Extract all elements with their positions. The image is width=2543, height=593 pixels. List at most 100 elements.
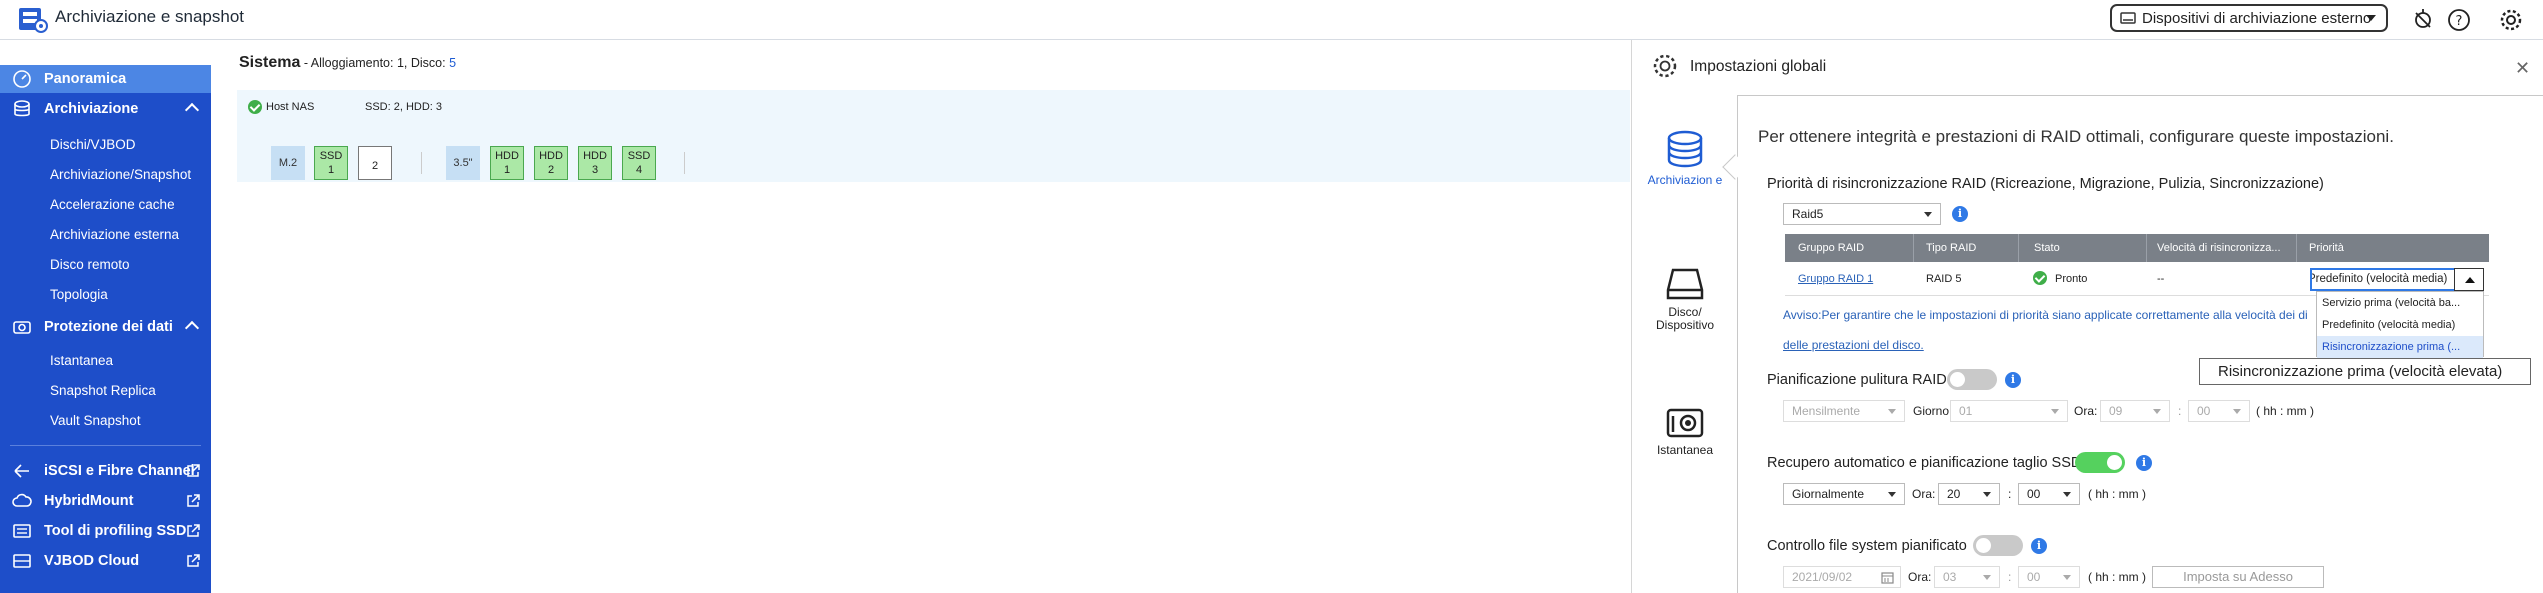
set-now-button[interactable]: Imposta su Adesso <box>2152 566 2324 588</box>
priority-option-default[interactable]: Predefinito (velocità media) <box>2317 314 2483 336</box>
sidebar-item-storage[interactable]: Archiviazione <box>0 95 211 123</box>
external-link-icon <box>187 464 200 477</box>
scrub-day-select[interactable]: 01 <box>1950 400 2068 422</box>
ssd-trim-title: Recupero automatico e pianificazione tag… <box>1767 455 2082 471</box>
chevron-down-icon <box>1888 492 1896 497</box>
disk-slot-ssd-1[interactable]: SSD 1 <box>314 146 348 180</box>
chevron-down-icon <box>1924 212 1932 217</box>
time-format-hint: ( hh : mm ) <box>2088 487 2147 501</box>
database-icon <box>14 100 30 117</box>
sidebar-link-ssd-profiling[interactable]: Tool di profiling SSD <box>0 517 211 545</box>
help-icon[interactable]: ? <box>2446 7 2472 33</box>
category-disk-device[interactable]: Disco/ Dispositivo <box>1645 266 1725 332</box>
sidebar-subitem-cache[interactable]: Accelerazione cache <box>50 197 175 212</box>
sidebar-subitem-remote-disk[interactable]: Disco remoto <box>50 257 130 272</box>
vjbod-cloud-icon <box>13 554 31 568</box>
system-label: Sistema <box>239 54 301 71</box>
warning-link[interactable]: delle prestazioni del disco. <box>1783 330 2313 360</box>
disk-slot-hdd-1[interactable]: HDD 1 <box>490 146 524 180</box>
slot-m2-label: M.2 <box>271 146 305 180</box>
external-link-icon <box>187 554 200 567</box>
select-value: Mensilmente <box>1792 404 1861 418</box>
sidebar-item-label: Panoramica <box>44 71 127 87</box>
category-snapshot[interactable]: Istantanea <box>1645 404 1725 457</box>
priority-dropdown-toggle[interactable] <box>2454 268 2484 291</box>
slot-type: HDD <box>539 150 563 162</box>
chevron-down-icon <box>2366 15 2376 21</box>
sidebar-subitem-external[interactable]: Archiviazione esterna <box>50 227 179 242</box>
ssd-frequency-select[interactable]: Giornalmente <box>1783 483 1905 505</box>
ssd-hour-select[interactable]: 20 <box>1938 483 2000 505</box>
sidebar-divider <box>10 445 201 446</box>
sidebar-subitem-vault-snapshot[interactable]: Vault Snapshot <box>50 413 141 428</box>
column-divider <box>2018 234 2019 262</box>
ssd-trim-toggle[interactable] <box>2075 452 2125 473</box>
chevron-down-icon <box>2233 409 2241 414</box>
sidebar-subitem-snapshot[interactable]: Istantanea <box>50 353 113 368</box>
date-value: 2021/09/02 <box>1792 570 1853 584</box>
fs-minute-select[interactable]: 00 <box>2018 566 2080 588</box>
scrub-hour-select[interactable]: 09 <box>2100 400 2170 422</box>
raid-group-link[interactable]: Gruppo RAID 1 <box>1798 273 1873 285</box>
storage-app-icon <box>19 8 48 33</box>
select-value: 09 <box>2109 404 2123 418</box>
hard-disk-icon <box>1666 268 1704 300</box>
column-divider <box>2296 234 2297 262</box>
disk-slot-hdd-3[interactable]: HDD 3 <box>578 146 612 180</box>
sidebar-subitem-topology[interactable]: Topologia <box>50 287 108 302</box>
fs-check-toggle[interactable] <box>1973 535 2023 556</box>
external-drive-icon <box>2120 12 2136 24</box>
disk-slot-hdd-2[interactable]: HDD 2 <box>534 146 568 180</box>
disk-slot-ssd-4[interactable]: SSD 4 <box>622 146 656 180</box>
column-header: Velocità di risincronizza... <box>2157 242 2281 254</box>
settings-gear-icon[interactable] <box>2498 7 2524 33</box>
scrub-minute-select[interactable]: 00 <box>2188 400 2250 422</box>
column-header: Gruppo RAID <box>1798 242 1865 254</box>
fs-check-date-input[interactable]: 2021/09/02 <box>1783 566 1901 588</box>
sidebar-subitem-snapshot-replica[interactable]: Snapshot Replica <box>50 383 156 398</box>
priority-option-resync-first[interactable]: Risincronizzazione prima (... <box>2317 336 2483 358</box>
sidebar-link-hybridmount[interactable]: HybridMount <box>0 487 211 515</box>
priority-option-service-first[interactable]: Servizio prima (velocità ba... <box>2317 292 2483 314</box>
select-value: 01 <box>1959 404 1973 418</box>
scrub-frequency-select[interactable]: Mensilmente <box>1783 400 1905 422</box>
sidebar-item-label: Archiviazione <box>44 101 139 117</box>
chevron-down-icon <box>2153 409 2161 414</box>
info-icon[interactable]: i <box>2005 372 2021 388</box>
slot-type: SSD <box>319 150 343 162</box>
system-details: - Alloggiamento: 1, Disco: <box>300 56 450 70</box>
toggle-knob <box>2107 455 2122 470</box>
fs-hour-select[interactable]: 03 <box>1934 566 2000 588</box>
disk-slot-empty-2[interactable]: 2 <box>358 146 392 180</box>
time-separator: : <box>2008 570 2012 584</box>
info-icon[interactable]: i <box>2031 538 2047 554</box>
sidebar-link-vjbod-cloud[interactable]: VJBOD Cloud <box>0 547 211 575</box>
ssd-minute-select[interactable]: 00 <box>2018 483 2080 505</box>
external-link-icon <box>187 494 200 507</box>
info-icon[interactable]: i <box>1952 206 1968 222</box>
sidebar-item-overview[interactable]: Panoramica <box>0 65 211 93</box>
close-icon[interactable]: ✕ <box>2515 58 2530 79</box>
select-value: 00 <box>2027 570 2041 584</box>
chevron-up-icon <box>184 102 200 118</box>
external-devices-dropdown[interactable]: Dispositivi di archiviazione esterno <box>2110 4 2388 32</box>
external-link-icon <box>187 524 200 537</box>
info-icon[interactable]: i <box>2136 455 2152 471</box>
slot-separator <box>421 152 422 174</box>
category-storage[interactable]: Archiviazion e <box>1645 130 1725 187</box>
select-value: Giornalmente <box>1792 487 1865 501</box>
sidebar-link-iscsi[interactable]: iSCSI e Fibre Channel <box>0 457 211 485</box>
cloud-icon <box>12 493 32 507</box>
hour-label: Ora: <box>1908 570 1932 584</box>
sidebar-item-data-protection[interactable]: Protezione dei dati <box>0 313 211 341</box>
raid-select[interactable]: Raid5 <box>1783 203 1941 225</box>
raid-scrub-toggle[interactable] <box>1947 369 1997 390</box>
time-separator: : <box>2178 404 2182 418</box>
sidebar-subitem-disks[interactable]: Dischi/VJBOD <box>50 137 136 152</box>
slot-separator <box>684 152 685 174</box>
chevron-down-icon <box>1888 409 1896 414</box>
sidebar-subitem-storage-snapshot[interactable]: Archiviazione/Snapshot <box>50 167 191 182</box>
chevron-down-icon <box>2051 409 2059 414</box>
debug-icon[interactable] <box>2410 7 2436 33</box>
sidebar-item-label: Protezione dei dati <box>44 319 173 335</box>
